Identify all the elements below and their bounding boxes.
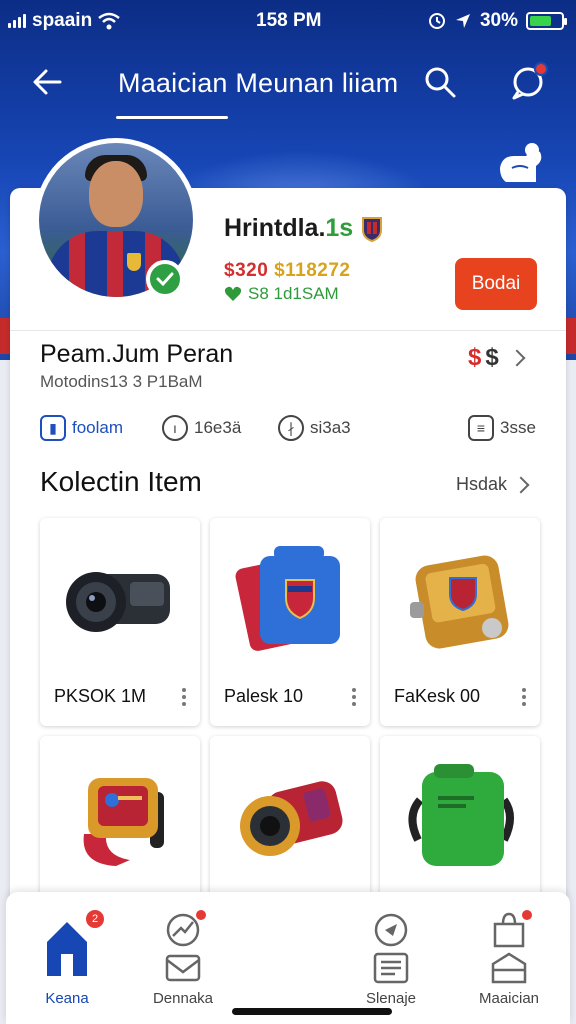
more-icon[interactable]: [352, 688, 358, 706]
collection-title: Kolectin Item: [40, 466, 202, 497]
lens-gadget-icon: [240, 781, 343, 856]
card-pack-icon: [235, 546, 340, 651]
chat-button[interactable]: [508, 62, 548, 102]
stats-row: ▮ foolam ı 16e3ä ∤ si3a3 ≡ 3sse: [40, 408, 540, 448]
stat-label: 16e3ä: [194, 418, 242, 437]
search-icon[interactable]: [422, 64, 458, 100]
divider: [10, 330, 566, 331]
player-name-suffix: 1s: [325, 214, 354, 242]
price-main: $320: [224, 260, 269, 281]
page-title: Maaician Meunan liiam: [118, 68, 399, 98]
alarm-icon: [428, 13, 445, 29]
stat-item[interactable]: ≡ 3sse: [468, 415, 540, 441]
wifi-icon: [98, 12, 120, 30]
chat-box-icon: ≡: [468, 415, 494, 441]
title-underline: [116, 116, 228, 119]
see-all-label: Hsdak: [456, 474, 508, 494]
status-bar: spaain 158 PM 30%: [0, 0, 576, 40]
collection-item[interactable]: Palesk 10: [210, 518, 370, 726]
more-icon[interactable]: [522, 688, 528, 706]
heart-icon: [224, 286, 242, 301]
price-secondary: $118272: [274, 260, 351, 281]
battery-icon: [526, 12, 567, 30]
stat-label: si3a3: [310, 418, 351, 437]
price-sub-row: S8 1d1SAM: [224, 284, 339, 304]
section-title: Peam.Jum Peran: [40, 340, 234, 368]
carrier-label: spaain: [32, 10, 93, 31]
team-badge-icon: [362, 216, 383, 242]
battery-percent: 30%: [479, 10, 518, 31]
see-all-link[interactable]: Hsdak: [456, 474, 530, 495]
avatar[interactable]: [34, 138, 198, 302]
section-subtitle: Motodins13 3 P1BaM: [40, 372, 203, 391]
verified-icon: [146, 260, 184, 298]
collection-grid: PKSOK 1M Palesk 10 FaKesk 00: [40, 518, 540, 944]
nav-label: Dennaka: [152, 990, 214, 1007]
item-label: FaKesk 00: [394, 686, 481, 706]
chevron-right-icon: [508, 349, 526, 367]
green-pack-icon: [408, 764, 514, 866]
nav-dot: [194, 908, 208, 922]
stat-item[interactable]: ▮ foolam: [40, 415, 162, 441]
list-icon: [373, 952, 409, 984]
currency-b: $: [485, 344, 499, 371]
price-row: $320 $118272: [224, 260, 350, 282]
clock-icon: ı: [162, 415, 188, 441]
player-name: Hrintdla.1s: [224, 214, 383, 243]
bid-button[interactable]: Bodai: [455, 258, 537, 310]
nav-dot: [520, 908, 534, 922]
home-icon: [47, 922, 87, 976]
price-sub: S8 1d1SAM: [248, 284, 339, 303]
compass-icon: [374, 913, 408, 947]
status-time: 158 PM: [256, 10, 322, 31]
signal-icon: [8, 14, 26, 28]
gold-case-icon: [410, 555, 509, 649]
currency-a: $: [468, 344, 482, 371]
top-bar: Maaician Meunan liiam: [0, 50, 576, 119]
watch-icon: [83, 778, 164, 866]
home-indicator[interactable]: [232, 1008, 392, 1015]
bottom-nav: 2 Keana Dennaka Slenaje Maaician: [6, 892, 570, 1024]
stat-item[interactable]: ı 16e3ä: [162, 415, 278, 441]
collection-item[interactable]: PKSOK 1M: [40, 518, 200, 726]
item-label: PKSOK 1M: [54, 686, 147, 706]
collection-item[interactable]: FaKesk 00: [380, 518, 540, 726]
player-name-text: Hrintdla.: [224, 214, 326, 242]
back-arrow-icon[interactable]: [28, 62, 68, 102]
location-icon: [455, 14, 470, 28]
nav-item-list[interactable]: Slenaje: [336, 892, 446, 1024]
item-label: Palesk 10: [224, 686, 304, 706]
nav-label: Maaician: [478, 990, 540, 1007]
notification-dot: [534, 62, 548, 76]
person-icon: ∤: [278, 415, 304, 441]
nav-item-shop[interactable]: Maaician: [454, 892, 564, 1024]
chevron-right-icon: [512, 476, 530, 493]
nav-badge: 2: [84, 908, 106, 930]
profile-card: Hrintdla.1s $320 $118272 S8 1d1SAM Bodai…: [10, 188, 566, 948]
trophy-hand-icon[interactable]: [496, 138, 546, 186]
nav-item-inbox[interactable]: Dennaka: [128, 892, 238, 1024]
stat-label: 3sse: [500, 418, 536, 437]
more-icon[interactable]: [182, 688, 188, 706]
shop-icon: [491, 952, 527, 984]
stat-item[interactable]: ∤ si3a3: [278, 415, 468, 441]
shield-icon: ▮: [40, 415, 66, 441]
inbox-icon: [165, 954, 201, 982]
currency-selector[interactable]: $ $: [468, 344, 526, 372]
nav-label: Keana: [45, 990, 89, 1007]
nav-label: Slenaje: [365, 990, 417, 1007]
camera-lens-icon: [66, 572, 170, 632]
nav-item-home[interactable]: 2 Keana: [12, 892, 122, 1024]
stat-label: foolam: [72, 418, 124, 437]
